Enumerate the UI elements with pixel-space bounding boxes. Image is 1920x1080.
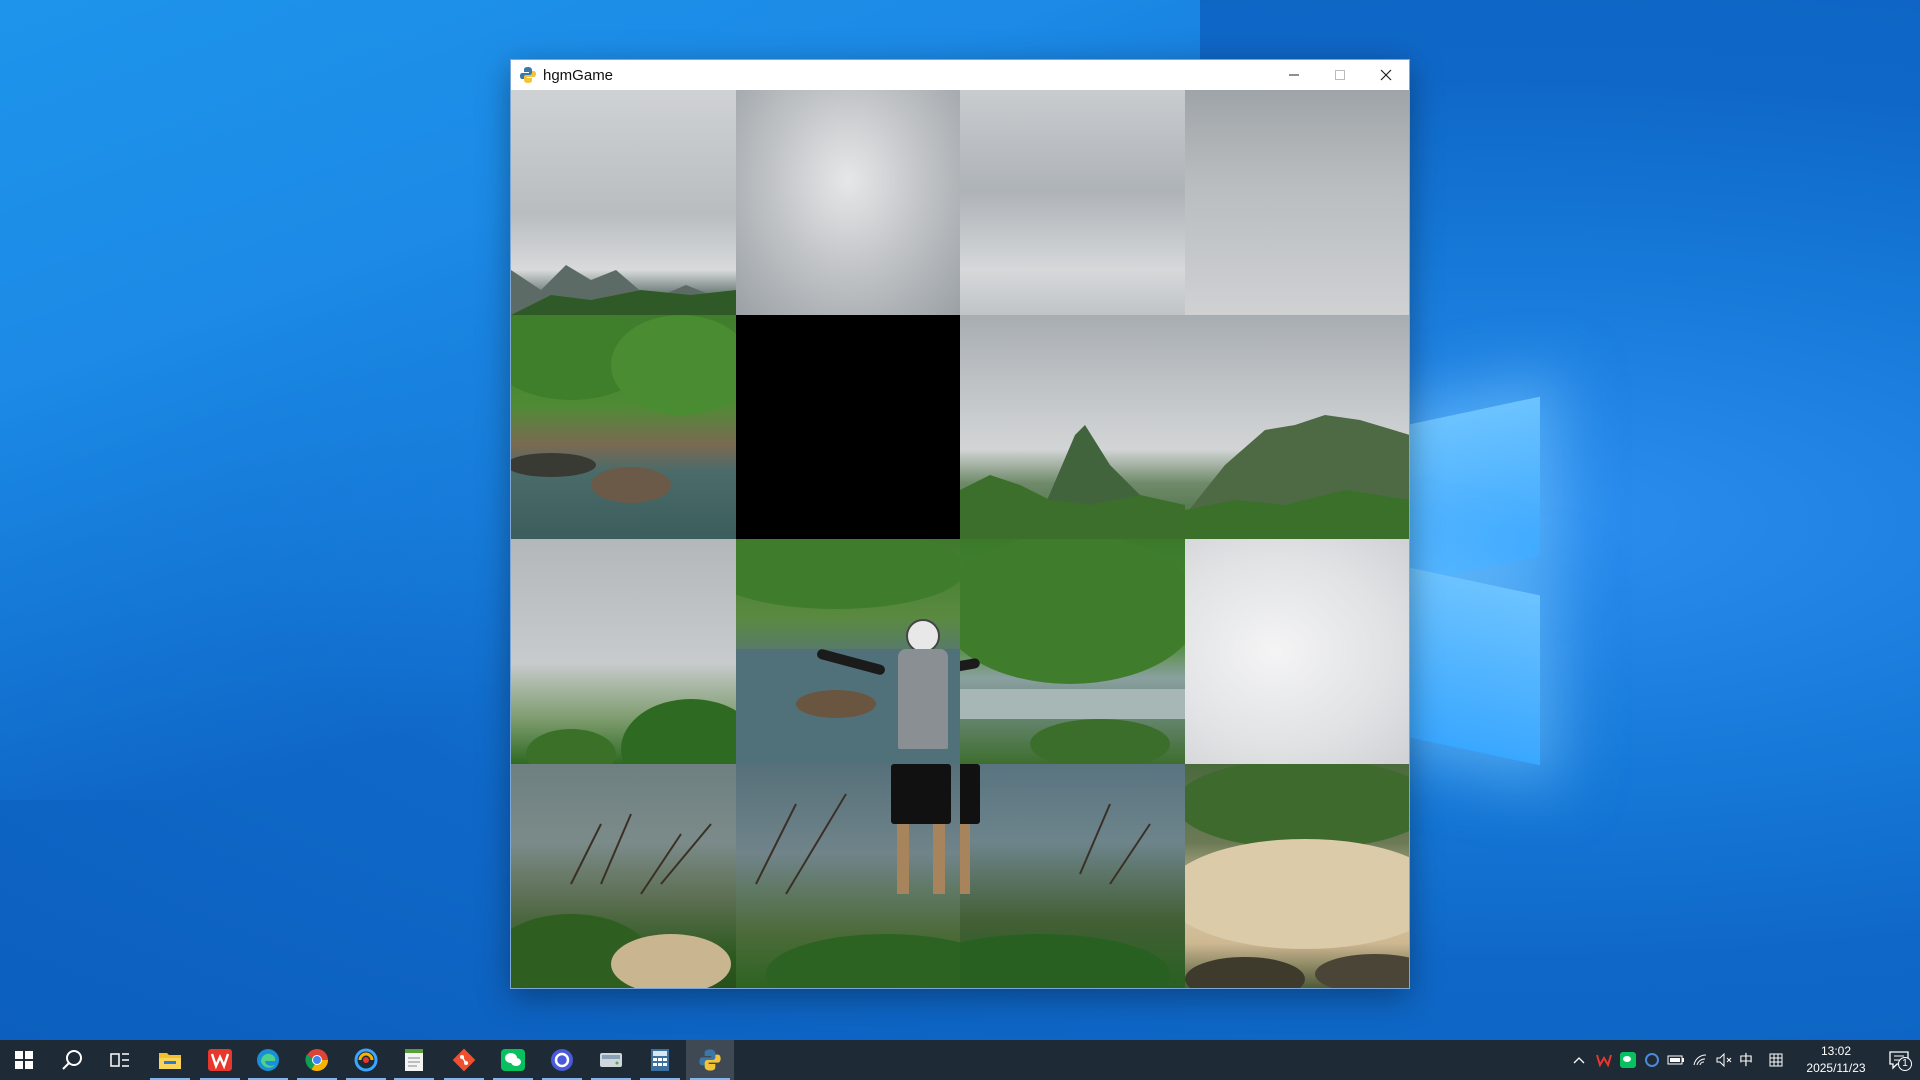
minimize-icon [1289, 74, 1299, 76]
chrome-browser[interactable] [293, 1040, 341, 1080]
cyclist-figure [815, 619, 961, 764]
network-status[interactable] [1689, 1040, 1711, 1080]
disk-icon [600, 1053, 622, 1067]
minimize-button[interactable] [1271, 60, 1317, 90]
puzzle-tile[interactable] [1184, 763, 1409, 988]
puzzle-tile[interactable] [511, 763, 736, 988]
circle-app[interactable] [538, 1040, 586, 1080]
battery-icon [1667, 1055, 1684, 1065]
puzzle-tile[interactable] [1184, 539, 1409, 764]
puzzle-tile[interactable] [735, 539, 961, 764]
tray-wechat[interactable] [1617, 1040, 1639, 1080]
python-icon [520, 67, 536, 83]
wechat-icon [1620, 1052, 1636, 1068]
clock-time: 13:02 [1820, 1044, 1852, 1058]
circle-app-icon [551, 1049, 573, 1071]
puzzle-tile[interactable] [960, 314, 1185, 539]
chevron-up-icon [1573, 1057, 1585, 1064]
folder-icon [159, 1053, 181, 1069]
show-hidden-icons-button[interactable] [1568, 1040, 1590, 1080]
window-title: hgmGame [543, 66, 614, 84]
maximize-button [1317, 60, 1363, 90]
wifi-icon [1693, 1054, 1707, 1066]
calculator-icon [651, 1049, 669, 1071]
notepad-icon [405, 1049, 423, 1071]
clock[interactable]: 13:02 2025/11/23 [1796, 1043, 1876, 1077]
windows-icon [15, 1051, 33, 1069]
ime-label: 中 [1739, 1052, 1753, 1068]
wechat-app[interactable] [489, 1040, 537, 1080]
puzzle-tile[interactable] [1184, 314, 1409, 539]
disk-app[interactable] [587, 1040, 635, 1080]
calculator-app[interactable] [636, 1040, 684, 1080]
close-button[interactable] [1363, 60, 1409, 90]
search-button[interactable] [48, 1040, 96, 1080]
battery-status[interactable] [1665, 1040, 1687, 1080]
windows-logo-wallpaper [1395, 382, 1545, 766]
circle-app-icon [1645, 1053, 1659, 1067]
search-icon [62, 1050, 82, 1070]
pycharm-like-app[interactable] [342, 1040, 390, 1080]
wps-office[interactable] [196, 1040, 244, 1080]
start-button[interactable] [0, 1040, 48, 1080]
game-window: hgmGame [510, 59, 1410, 989]
task-view-button[interactable] [96, 1040, 144, 1080]
volume-muted-icon [1716, 1053, 1732, 1067]
file-explorer[interactable] [146, 1040, 194, 1080]
edge-icon [257, 1049, 279, 1071]
taskbar: 中 13:02 2025/11/23 1 [0, 1040, 1920, 1080]
git-icon [452, 1048, 476, 1072]
puzzle-tile[interactable] [1184, 90, 1409, 315]
wechat-icon [501, 1049, 525, 1071]
git-app[interactable] [440, 1040, 488, 1080]
puzzle-board [511, 90, 1409, 988]
app-swirl-icon [354, 1048, 378, 1072]
notepad-app[interactable] [390, 1040, 438, 1080]
volume-control[interactable] [1713, 1040, 1735, 1080]
title-bar[interactable]: hgmGame [511, 60, 1409, 90]
empty-tile [735, 314, 960, 539]
puzzle-tile[interactable] [960, 539, 1185, 764]
ime-mode[interactable] [1765, 1040, 1787, 1080]
puzzle-tile[interactable] [511, 539, 736, 764]
puzzle-tile[interactable] [511, 90, 736, 315]
ime-indicator[interactable]: 中 [1735, 1040, 1757, 1080]
chrome-icon [305, 1049, 328, 1071]
edge-browser[interactable] [244, 1040, 292, 1080]
keyboard-grid-icon [1769, 1053, 1783, 1067]
cyclist-legs-right [960, 763, 990, 924]
tray-wps[interactable] [1593, 1040, 1615, 1080]
maximize-icon [1335, 70, 1345, 80]
python-game-app[interactable] [686, 1040, 734, 1080]
puzzle-tile[interactable] [735, 90, 960, 315]
puzzle-tile[interactable] [735, 763, 961, 988]
task-view-icon [110, 1053, 129, 1067]
puzzle-tile[interactable] [511, 314, 736, 539]
action-center-button[interactable]: 1 [1888, 1049, 1912, 1071]
close-icon [1380, 69, 1392, 81]
puzzle-tile[interactable] [960, 763, 1185, 988]
cyclist-legs [881, 763, 961, 924]
notification-count: 1 [1898, 1057, 1912, 1071]
python-icon [699, 1049, 721, 1071]
wps-icon [1596, 1054, 1612, 1067]
clock-date: 2025/11/23 [1806, 1061, 1866, 1075]
puzzle-tile[interactable] [960, 90, 1185, 315]
tray-circle-app[interactable] [1641, 1040, 1663, 1080]
wps-icon [208, 1049, 232, 1071]
